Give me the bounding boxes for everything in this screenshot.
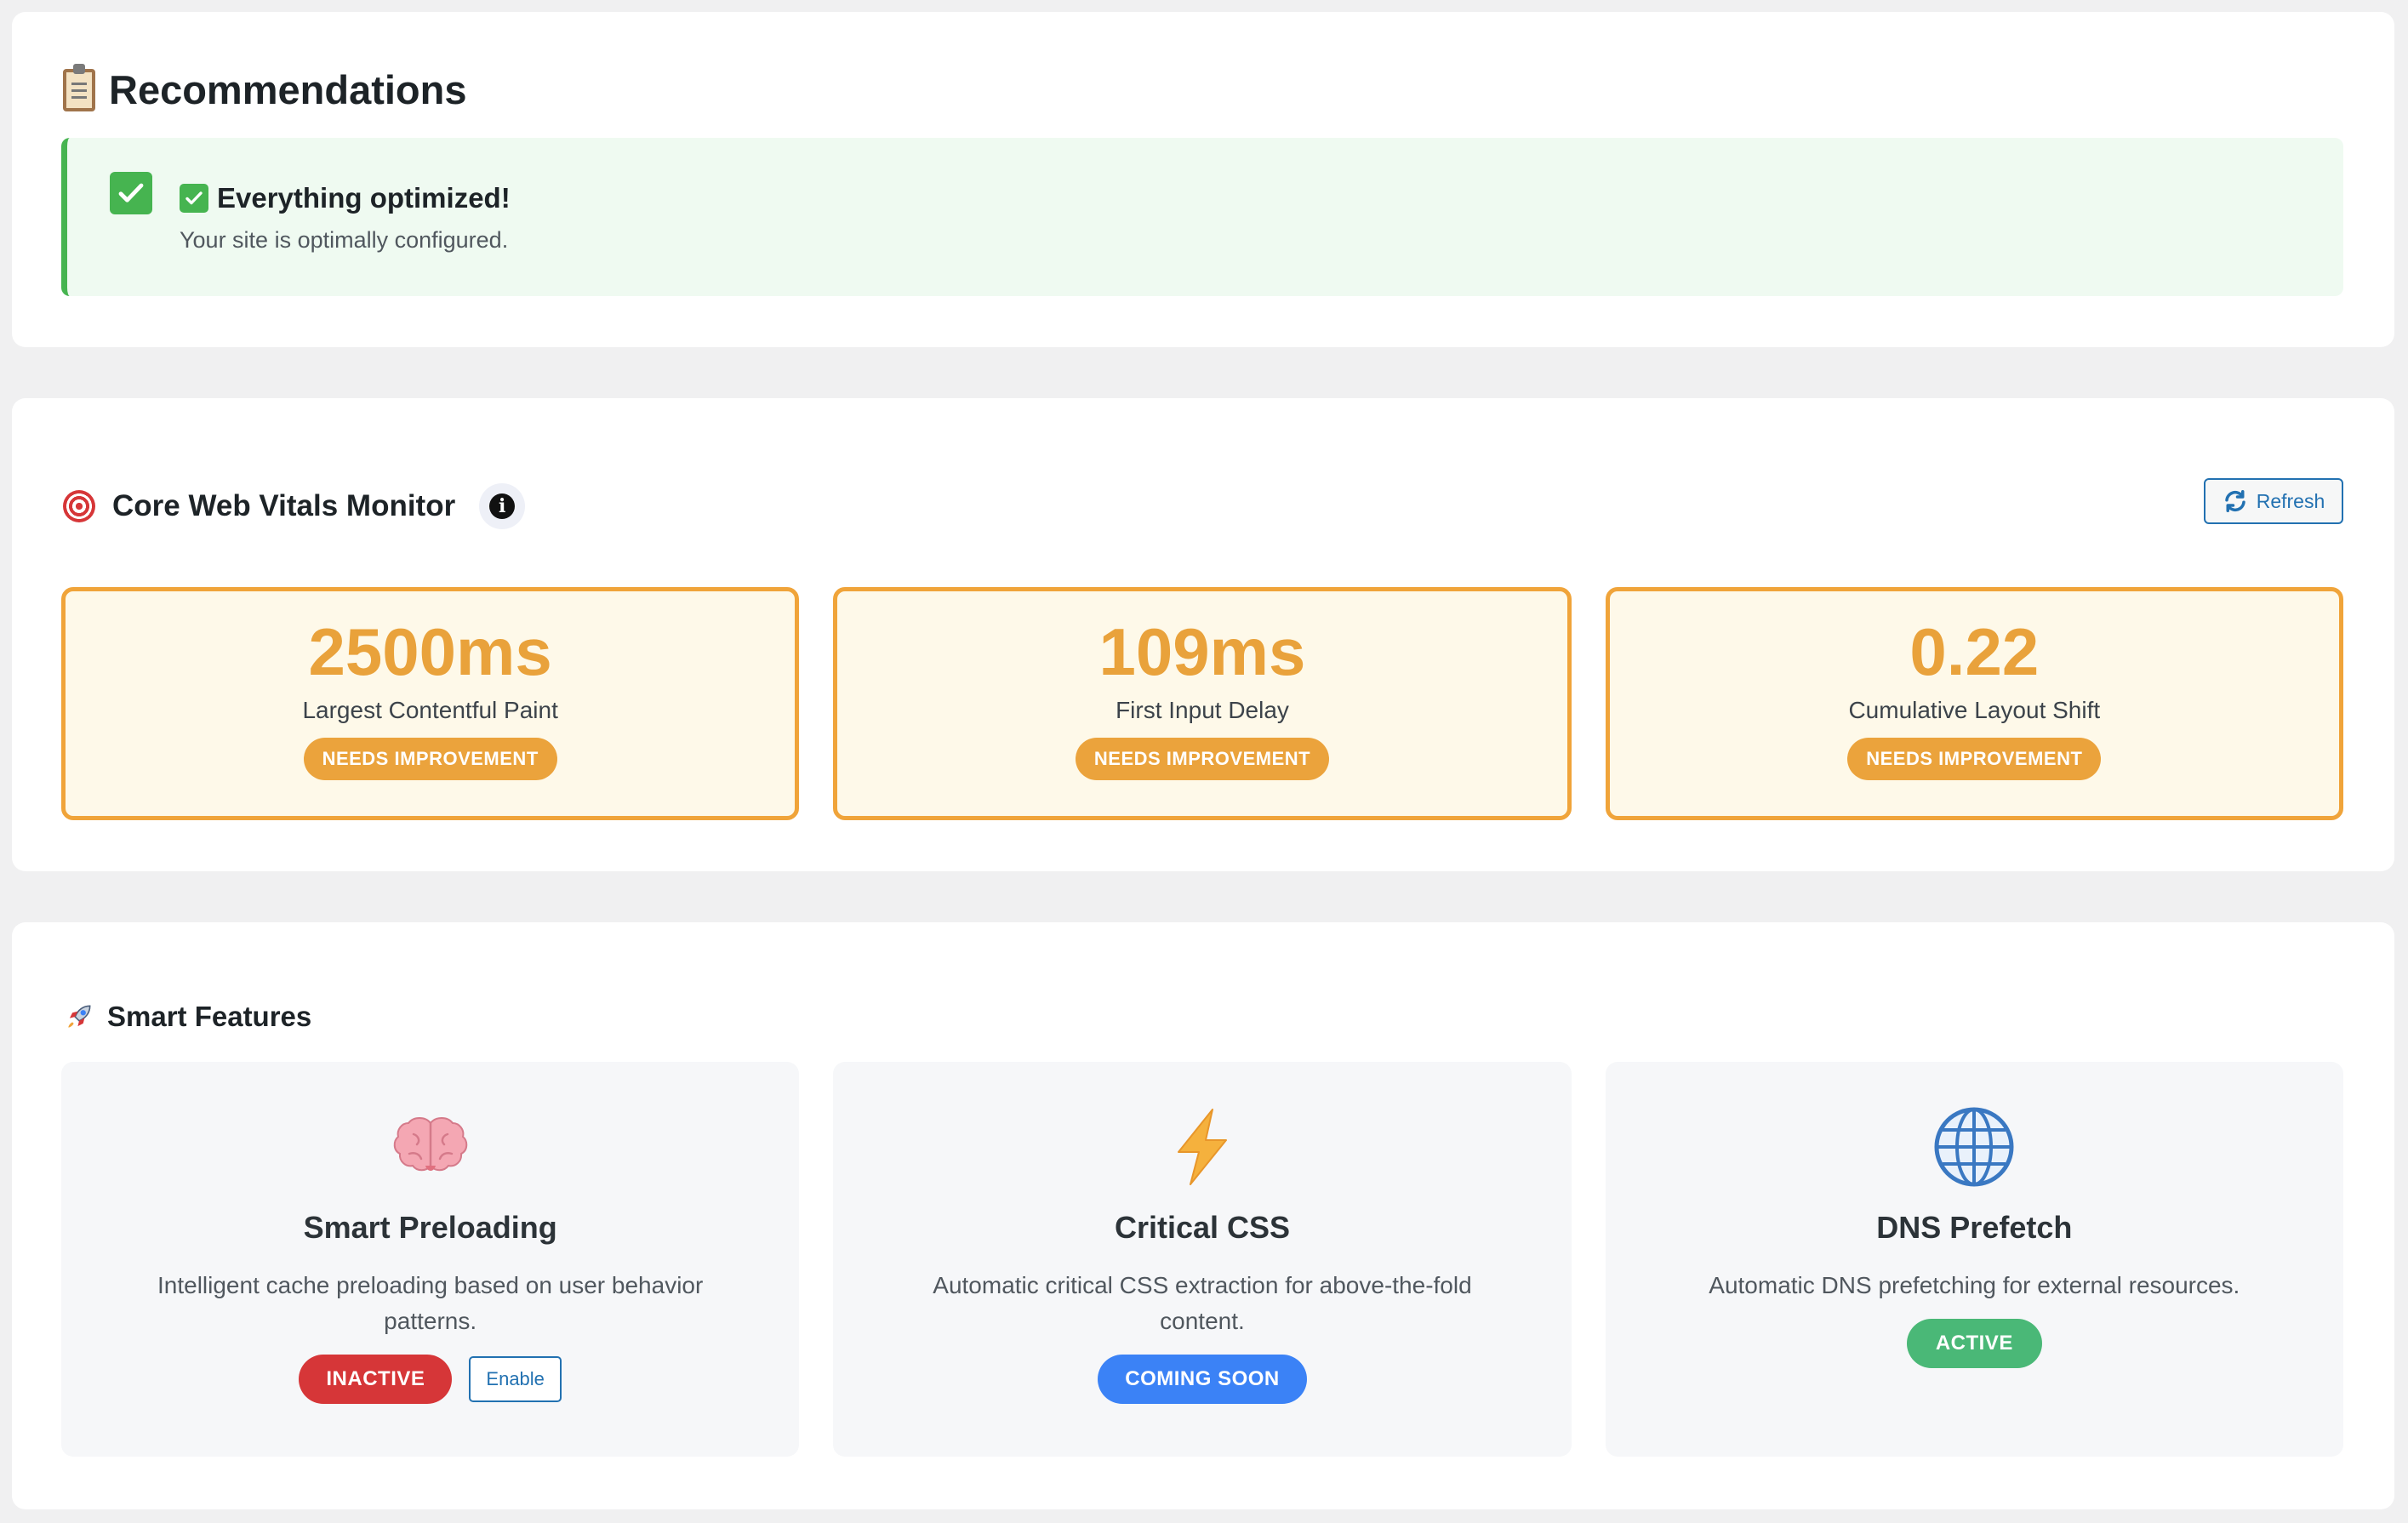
metric-card-lcp: 2500ms Largest Contentful Paint NEEDS IM… — [61, 587, 800, 820]
recommendations-panel: Recommendations Everything optimized! Yo… — [12, 12, 2394, 347]
features-list: Smart Preloading Intelligent cache prelo… — [61, 1062, 2343, 1457]
lightning-icon — [1177, 1109, 1227, 1185]
feature-description: Automatic DNS prefetching for external r… — [1709, 1272, 2240, 1298]
check-icon — [110, 172, 152, 214]
feature-card-smart-preloading: Smart Preloading Intelligent cache prelo… — [61, 1062, 800, 1457]
web-vitals-panel: Core Web Vitals Monitor i Refresh 2500ms… — [12, 398, 2394, 871]
metric-card-cls: 0.22 Cumulative Layout Shift NEEDS IMPRO… — [1605, 587, 2343, 820]
metric-value: 109ms — [1098, 614, 1306, 689]
feature-description: Automatic critical CSS extraction for ab… — [933, 1272, 1472, 1334]
recommendation-heading-text: Everything optimized! — [217, 182, 511, 214]
metric-label: Cumulative Layout Shift — [1848, 697, 2101, 723]
feature-title: Smart Preloading — [303, 1210, 557, 1245]
metric-value: 2500ms — [308, 614, 552, 689]
clipboard-icon — [63, 63, 95, 111]
globe-icon — [1934, 1107, 2014, 1187]
recommendations-title-text: Recommendations — [109, 67, 467, 112]
recommendations-title: Recommendations — [63, 63, 467, 113]
recommendation-message: Your site is optimally configured. — [180, 227, 509, 253]
enable-button[interactable]: Enable — [469, 1356, 562, 1402]
feature-card-dns-prefetch: DNS Prefetch Automatic DNS prefetching f… — [1605, 1062, 2343, 1457]
refresh-icon — [2224, 490, 2245, 512]
feature-title: Critical CSS — [1114, 1210, 1291, 1245]
smart-features-panel: Smart Features Smart Preloading Intellig… — [12, 922, 2394, 1509]
status-badge: INACTIVE — [299, 1355, 453, 1404]
metric-label: First Input Delay — [1116, 697, 1289, 723]
web-vitals-title: Core Web Vitals Monitor — [112, 489, 456, 522]
vitals-metrics: 2500ms Largest Contentful Paint NEEDS IM… — [61, 587, 2343, 820]
smart-features-header: Smart Features — [63, 1001, 311, 1033]
status-badge: ACTIVE — [1906, 1319, 2042, 1368]
rocket-icon — [68, 1005, 91, 1028]
feature-actions: COMING SOON — [1098, 1355, 1307, 1404]
status-badge: NEEDS IMPROVEMENT — [1847, 738, 2102, 780]
web-vitals-header: Core Web Vitals Monitor i — [63, 483, 526, 529]
recommendation-success-box: Everything optimized! Your site is optim… — [61, 138, 2343, 296]
status-badge: NEEDS IMPROVEMENT — [1075, 738, 1330, 780]
brain-icon — [393, 1117, 467, 1172]
refresh-button[interactable]: Refresh — [2204, 478, 2343, 524]
check-mark-icon — [180, 184, 208, 213]
feature-title: DNS Prefetch — [1876, 1210, 2073, 1245]
refresh-label: Refresh — [2256, 489, 2325, 512]
metric-card-fid: 109ms First Input Delay NEEDS IMPROVEMEN… — [833, 587, 1572, 820]
feature-card-critical-css: Critical CSS Automatic critical CSS extr… — [833, 1062, 1572, 1457]
feature-actions: ACTIVE — [1906, 1319, 2042, 1368]
info-icon: i — [489, 493, 516, 519]
smart-features-title: Smart Features — [107, 1001, 312, 1032]
info-button[interactable]: i — [479, 483, 526, 529]
recommendation-heading: Everything optimized! — [180, 182, 511, 214]
metric-label: Largest Contentful Paint — [302, 697, 558, 723]
target-icon — [63, 490, 95, 522]
feature-description: Intelligent cache preloading based on us… — [157, 1272, 704, 1334]
feature-actions: INACTIVE Enable — [299, 1355, 562, 1404]
metric-value: 0.22 — [1909, 614, 2040, 689]
status-badge: COMING SOON — [1098, 1355, 1307, 1404]
status-badge: NEEDS IMPROVEMENT — [303, 738, 557, 780]
